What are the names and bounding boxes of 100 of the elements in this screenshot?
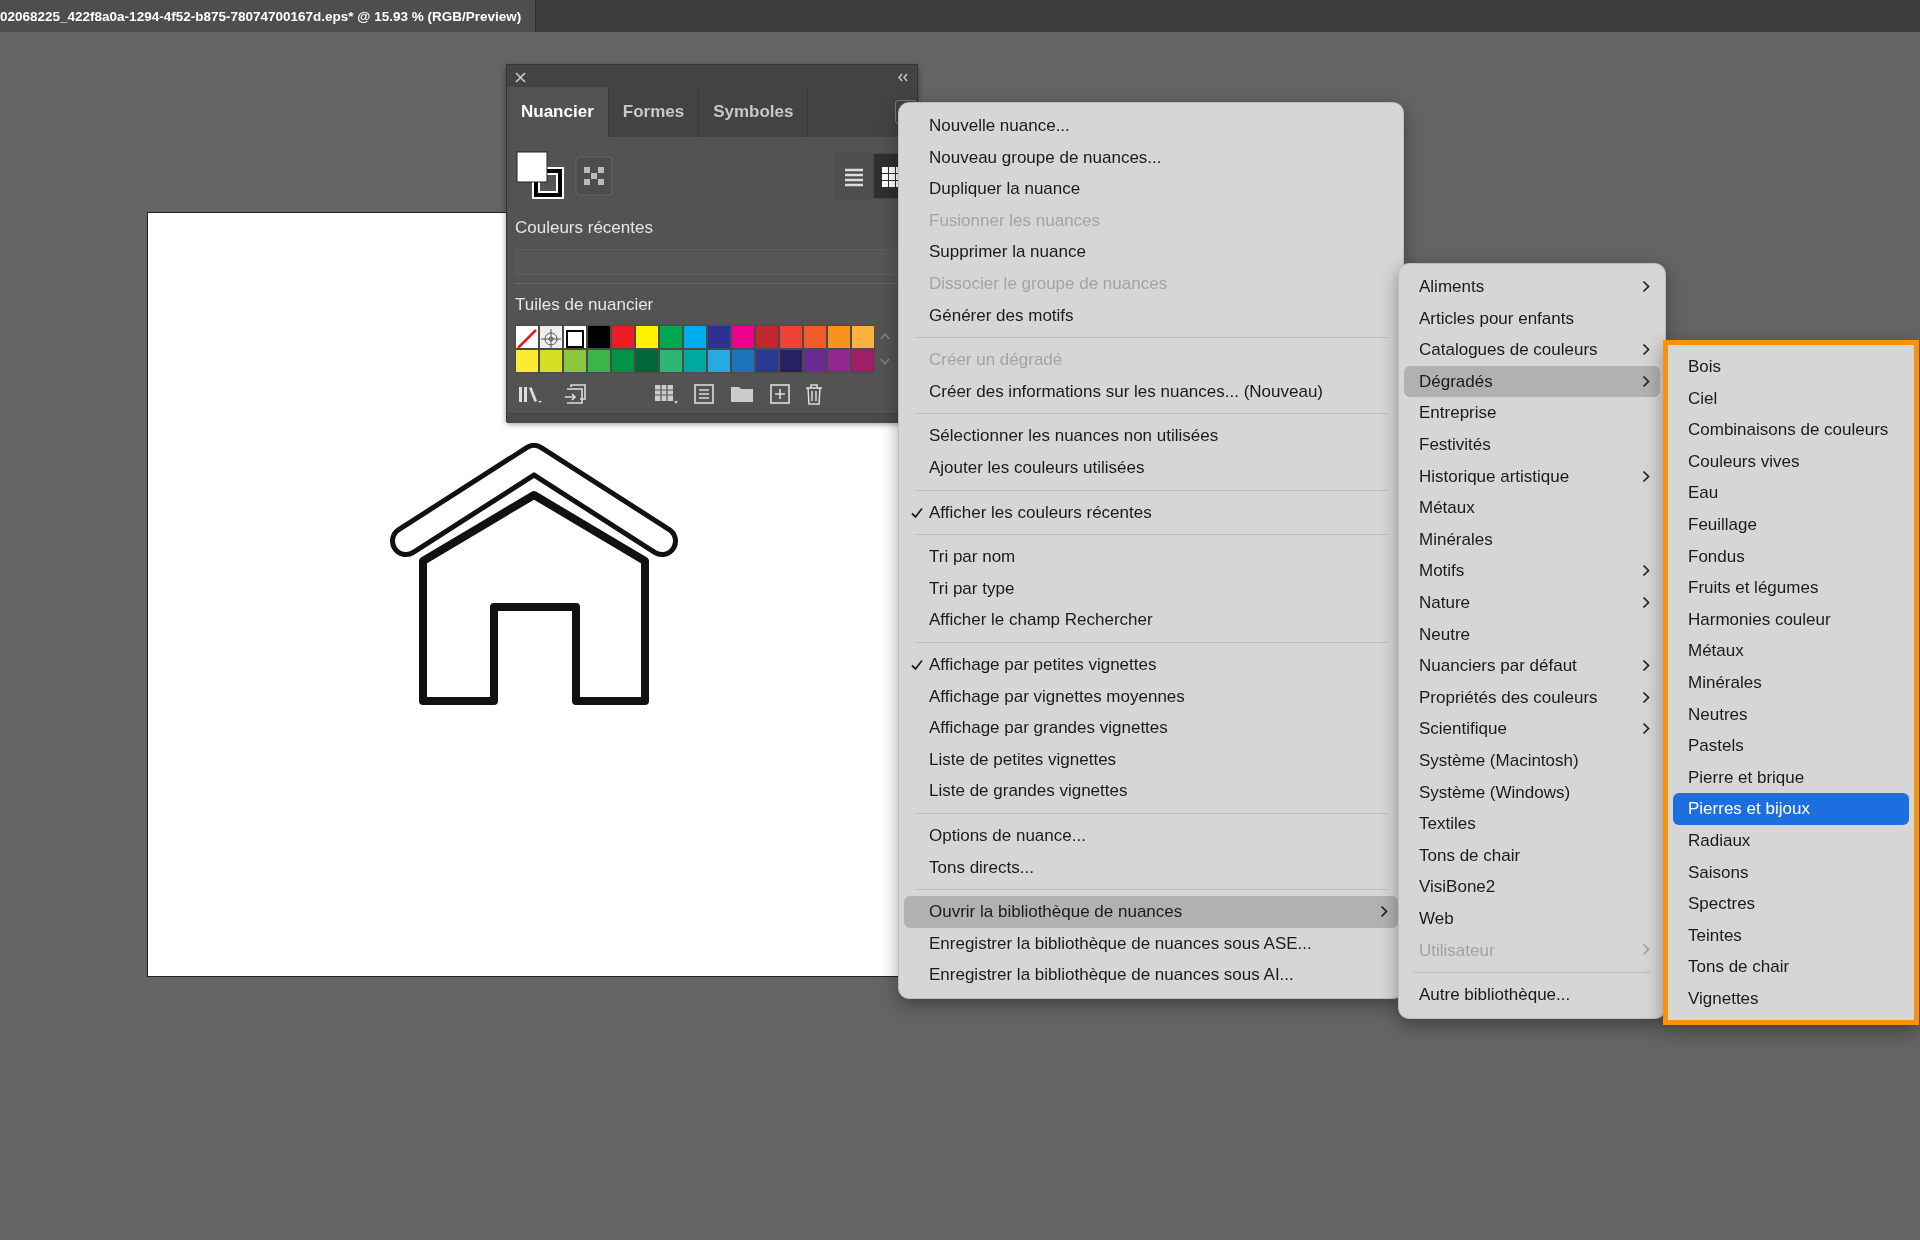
menu-item[interactable]: Minérales — [1404, 523, 1660, 556]
color-swatch[interactable] — [827, 325, 851, 349]
menu-item[interactable]: Liste de petites vignettes — [904, 743, 1398, 776]
menu-item[interactable]: Catalogues de couleurs — [1404, 334, 1660, 366]
menu-item[interactable]: Pierres et bijoux — [1673, 793, 1909, 825]
color-swatch[interactable] — [851, 349, 875, 373]
color-swatch[interactable] — [755, 349, 779, 373]
color-swatch[interactable] — [683, 325, 707, 349]
menu-item[interactable]: Liste de grandes vignettes — [904, 775, 1398, 807]
menu-item[interactable]: Nouveau groupe de nuances... — [904, 141, 1398, 174]
menu-item[interactable]: Combinaisons de couleurs — [1673, 414, 1909, 446]
color-swatch[interactable] — [707, 325, 731, 349]
menu-item[interactable]: Pierre et brique — [1673, 761, 1909, 794]
fill-stroke-icon[interactable] — [515, 150, 567, 202]
menu-item[interactable]: Fondus — [1673, 540, 1909, 573]
menu-item[interactable]: Aliments — [1404, 271, 1660, 303]
menu-item[interactable]: Métaux — [1673, 635, 1909, 667]
menu-item[interactable]: Enregistrer la bibliothèque de nuances sous AI... — [904, 959, 1398, 991]
color-swatch[interactable] — [515, 349, 539, 373]
none-swatch-icon[interactable] — [575, 156, 613, 196]
menu-item[interactable]: Système (Windows) — [1404, 776, 1660, 809]
menu-item[interactable]: Sélectionner les nuances non utilisées — [904, 420, 1398, 452]
color-swatch[interactable] — [659, 349, 683, 373]
close-icon[interactable] — [515, 71, 526, 83]
color-swatch[interactable] — [611, 349, 635, 373]
color-swatch[interactable] — [851, 325, 875, 349]
menu-item[interactable]: Entreprise — [1404, 397, 1660, 429]
menu-item[interactable]: Feuillage — [1673, 508, 1909, 541]
menu-item[interactable]: Minérales — [1673, 666, 1909, 699]
color-swatch[interactable] — [731, 325, 755, 349]
paper-swatch[interactable] — [563, 325, 587, 349]
menu-item[interactable]: Vignettes — [1673, 982, 1909, 1015]
menu-item[interactable]: Bois — [1673, 351, 1909, 383]
menu-item[interactable]: Système (Macintosh) — [1404, 744, 1660, 777]
menu-item[interactable]: Métaux — [1404, 492, 1660, 524]
color-swatch[interactable] — [539, 349, 563, 373]
menu-item[interactable]: Générer des motifs — [904, 299, 1398, 332]
menu-item[interactable]: Pastels — [1673, 730, 1909, 762]
menu-item[interactable]: Tons directs... — [904, 851, 1398, 884]
menu-item[interactable]: Nature — [1404, 586, 1660, 619]
color-swatch[interactable] — [611, 325, 635, 349]
color-swatch[interactable] — [755, 325, 779, 349]
menu-item[interactable]: Ajouter les couleurs utilisées — [904, 451, 1398, 484]
menu-item[interactable]: Eau — [1673, 477, 1909, 509]
color-swatch[interactable] — [827, 349, 851, 373]
menu-item[interactable]: Afficher les couleurs récentes — [904, 496, 1398, 529]
menu-item[interactable]: Web — [1404, 902, 1660, 935]
menu-item[interactable]: Nuanciers par défaut — [1404, 650, 1660, 682]
menu-item[interactable]: VisiBone2 — [1404, 871, 1660, 903]
registration-swatch[interactable] — [539, 325, 563, 349]
menu-item[interactable]: Motifs — [1404, 555, 1660, 587]
menu-item[interactable]: Harmonies couleur — [1673, 603, 1909, 636]
menu-item[interactable]: Festivités — [1404, 428, 1660, 461]
menu-item[interactable]: Tons de chair — [1404, 839, 1660, 872]
menu-item[interactable]: Tri par type — [904, 572, 1398, 605]
menu-item[interactable]: Spectres — [1673, 888, 1909, 920]
menu-item[interactable]: Enregistrer la bibliothèque de nuances sous ASE... — [904, 927, 1398, 960]
menu-item[interactable]: Nouvelle nuance... — [904, 110, 1398, 142]
collapse-icon[interactable] — [897, 72, 909, 82]
menu-item[interactable]: Radiaux — [1673, 824, 1909, 857]
none-swatch[interactable] — [515, 325, 539, 349]
color-swatch[interactable] — [683, 349, 707, 373]
menu-item[interactable]: Propriétés des couleurs — [1404, 681, 1660, 714]
color-swatch[interactable] — [731, 349, 755, 373]
menu-item[interactable]: Ciel — [1673, 382, 1909, 415]
color-swatch[interactable] — [587, 325, 611, 349]
menu-item[interactable]: Supprimer la nuance — [904, 236, 1398, 268]
menu-item[interactable]: Dupliquer la nuance — [904, 173, 1398, 205]
menu-item[interactable]: Tri par nom — [904, 541, 1398, 573]
color-swatch[interactable] — [635, 325, 659, 349]
menu-item[interactable]: Historique artistique — [1404, 460, 1660, 493]
menu-item[interactable]: Afficher le champ Rechercher — [904, 604, 1398, 636]
menu-item[interactable]: Tons de chair — [1673, 951, 1909, 983]
menu-item[interactable]: Dégradés — [1404, 365, 1660, 398]
menu-item[interactable]: Affichage par petites vignettes — [904, 648, 1398, 681]
menu-item[interactable]: Affichage par vignettes moyennes — [904, 680, 1398, 713]
color-swatch[interactable] — [707, 349, 731, 373]
menu-item[interactable]: Affichage par grandes vignettes — [904, 712, 1398, 744]
menu-item[interactable]: Options de nuance... — [904, 819, 1398, 852]
menu-item[interactable]: Neutres — [1673, 698, 1909, 731]
list-view-icon[interactable] — [835, 153, 873, 199]
document-tab[interactable]: 02068225_422f8a0a-1294-4f52-b875-78074700167d.eps* @ 15.93 % (RGB/Preview) — [0, 0, 537, 32]
menu-item[interactable]: Textiles — [1404, 808, 1660, 840]
color-swatch[interactable] — [635, 349, 659, 373]
menu-item[interactable]: Ouvrir la bibliothèque de nuances — [904, 896, 1398, 928]
color-swatch[interactable] — [563, 349, 587, 373]
menu-item[interactable]: Saisons — [1673, 856, 1909, 889]
menu-item[interactable]: Scientifique — [1404, 713, 1660, 745]
menu-item[interactable]: Fruits et légumes — [1673, 572, 1909, 604]
color-swatch[interactable] — [659, 325, 683, 349]
menu-item[interactable]: Teintes — [1673, 919, 1909, 952]
color-swatch[interactable] — [803, 349, 827, 373]
color-swatch[interactable] — [803, 325, 827, 349]
menu-item[interactable]: Articles pour enfants — [1404, 302, 1660, 335]
menu-item[interactable]: Autre bibliothèque... — [1404, 979, 1660, 1011]
menu-item[interactable]: Couleurs vives — [1673, 445, 1909, 478]
color-swatch[interactable] — [587, 349, 611, 373]
panel-tab[interactable]: Nuancier — [507, 87, 609, 137]
color-swatch[interactable] — [779, 349, 803, 373]
color-swatch[interactable] — [779, 325, 803, 349]
